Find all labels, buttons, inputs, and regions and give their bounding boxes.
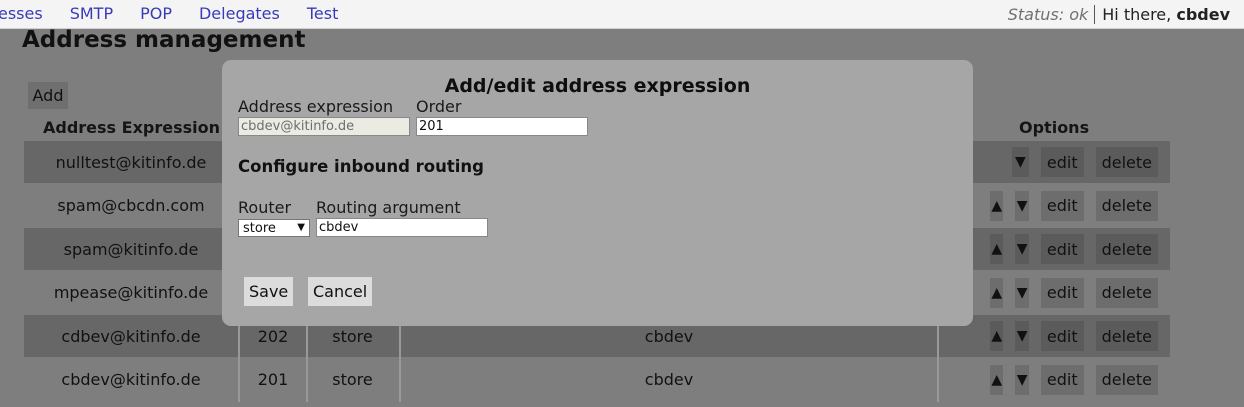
greeting: Hi there, cbdev: [1095, 5, 1230, 24]
routing-section-title: Configure inbound routing: [238, 157, 484, 176]
move-up-button[interactable]: ▲: [990, 364, 1004, 395]
move-up-button[interactable]: ▲: [990, 190, 1004, 221]
main-nav: esses SMTP POP Delegates Test: [0, 3, 365, 25]
order-field[interactable]: [416, 117, 588, 136]
move-up-button[interactable]: ▲: [990, 277, 1004, 308]
status-area: Status: ok Hi there, cbdev: [1008, 3, 1230, 25]
router-cell: store: [306, 357, 401, 402]
address-cell: nulltest@kitinfo.de: [55, 152, 207, 172]
edit-button[interactable]: edit: [1040, 321, 1084, 351]
address-cell: spam@cbcdn.com: [57, 196, 205, 215]
argument-cell: cbdev: [401, 357, 939, 402]
edit-button[interactable]: edit: [1040, 234, 1084, 264]
add-button[interactable]: Add: [28, 82, 68, 109]
delete-button[interactable]: delete: [1095, 190, 1158, 221]
delete-button[interactable]: delete: [1095, 147, 1158, 177]
move-down-button[interactable]: ▼: [1015, 364, 1029, 395]
router-select-value: store: [243, 220, 276, 236]
edit-button[interactable]: edit: [1040, 277, 1084, 308]
routing-argument-label: Routing argument: [316, 198, 461, 217]
edit-button[interactable]: edit: [1040, 364, 1084, 395]
options-cell: ▼ edit delete: [964, 141, 1170, 183]
table-row: cbdev@kitinfo.de 201 store cbdev ▲ ▼ edit delet…: [24, 357, 1170, 402]
save-button[interactable]: Save: [244, 277, 294, 306]
options-cell: ▲ ▼ edit delete: [964, 270, 1170, 315]
move-up-button[interactable]: ▲: [990, 234, 1004, 264]
delete-button[interactable]: delete: [1095, 321, 1158, 351]
dialog-title: Add/edit address expression: [444, 75, 751, 97]
address-cell: spam@kitinfo.de: [63, 239, 199, 259]
cancel-button[interactable]: Cancel: [308, 277, 373, 306]
nav-link-pop[interactable]: POP: [140, 3, 172, 25]
move-down-button[interactable]: ▼: [1015, 277, 1029, 308]
address-expression-label: Address expression: [238, 97, 394, 116]
delete-button[interactable]: delete: [1095, 277, 1158, 308]
top-navigation-bar: esses SMTP POP Delegates Test Status: ok…: [0, 0, 1244, 29]
greeting-text: Hi there,: [1102, 4, 1172, 24]
move-up-button[interactable]: ▲: [990, 321, 1004, 351]
address-cell: mpease@kitinfo.de: [53, 283, 209, 302]
page-title: Address management: [22, 27, 306, 53]
address-expression-field: [238, 117, 410, 136]
delete-button[interactable]: delete: [1095, 364, 1158, 395]
edit-button[interactable]: edit: [1040, 190, 1084, 221]
delete-button[interactable]: delete: [1095, 234, 1158, 264]
column-header-address: Address Expression: [43, 118, 221, 137]
nav-link-addresses[interactable]: esses: [0, 3, 43, 25]
order-label: Order: [416, 97, 462, 116]
edit-address-dialog: Add/edit address expression Address expr…: [222, 60, 973, 326]
move-down-button[interactable]: ▼: [1015, 321, 1029, 351]
nav-link-delegates[interactable]: Delegates: [199, 3, 280, 25]
edit-button[interactable]: edit: [1040, 147, 1084, 177]
nav-link-smtp[interactable]: SMTP: [70, 3, 113, 25]
router-label: Router: [238, 198, 292, 217]
routing-argument-field[interactable]: [316, 218, 488, 237]
move-down-button[interactable]: ▼: [1015, 234, 1029, 264]
move-down-button[interactable]: ▼: [1015, 190, 1029, 221]
chevron-down-icon: ▼: [297, 222, 305, 233]
options-cell: ▲ ▼ edit delete: [964, 183, 1170, 228]
column-header-options: Options: [1019, 118, 1090, 137]
address-cell: cbdev@kitinfo.de: [61, 370, 201, 389]
nav-link-test[interactable]: Test: [307, 3, 339, 25]
router-select[interactable]: store ▼: [238, 219, 310, 237]
options-cell: ▲ ▼ edit delete: [964, 315, 1170, 357]
order-cell: 201: [238, 357, 308, 402]
username: cbdev: [1176, 4, 1230, 24]
options-cell: ▲ ▼ edit delete: [964, 228, 1170, 270]
options-cell: ▲ ▼ edit delete: [964, 357, 1170, 402]
status-text: Status: ok: [1008, 4, 1096, 24]
address-cell: cdbev@kitinfo.de: [61, 326, 201, 346]
move-down-button[interactable]: ▼: [1011, 147, 1029, 177]
